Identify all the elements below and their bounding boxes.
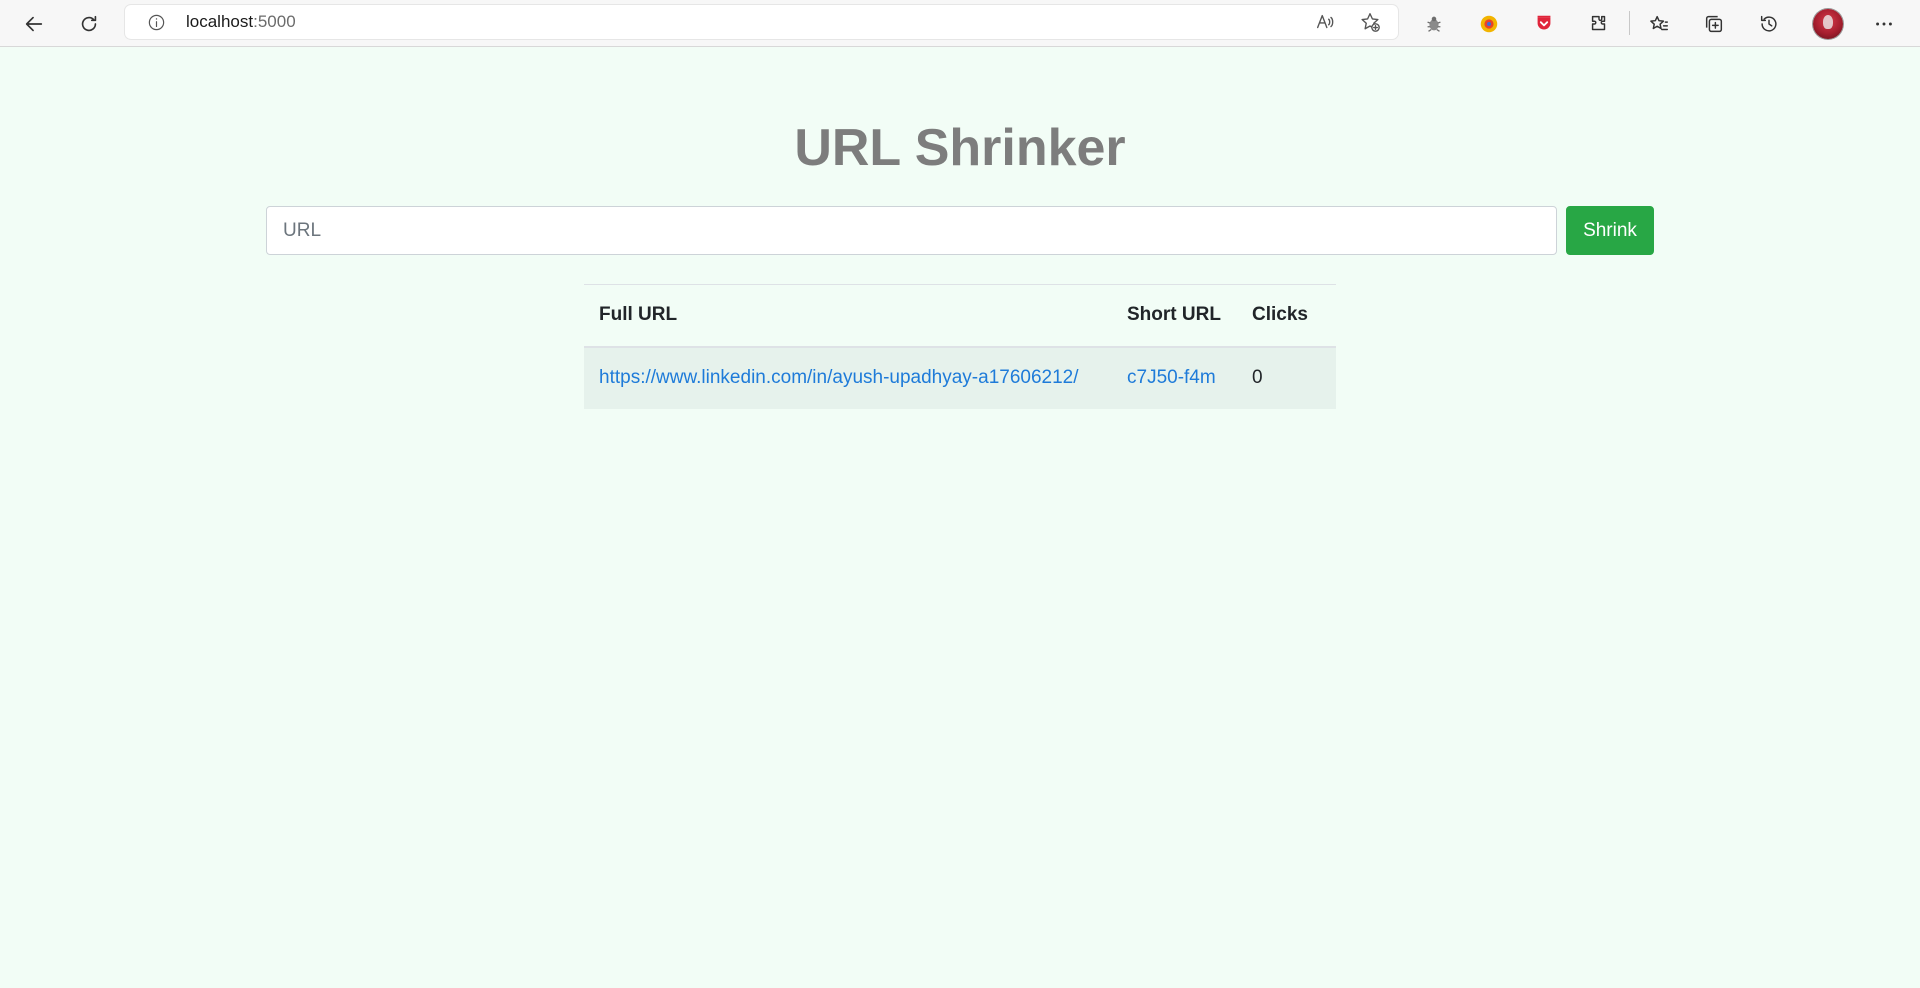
table-header-row: Full URL Short URL Clicks [584,284,1336,348]
address-port: :5000 [253,12,296,31]
favorites-icon[interactable] [1641,6,1677,42]
page-title: URL Shrinker [794,119,1126,177]
header-short-url: Short URL [1112,284,1237,348]
refresh-icon[interactable] [71,6,107,42]
collections-icon[interactable] [1696,6,1732,42]
more-menu-icon[interactable] [1866,6,1902,42]
full-url-link[interactable]: https://www.linkedin.com/in/ayush-upadhy… [599,367,1079,388]
site-info-icon[interactable] [145,11,167,33]
browser-toolbar: localhost:5000 [0,0,1920,47]
shrink-button[interactable]: Shrink [1566,206,1654,255]
history-icon[interactable] [1751,6,1787,42]
urls-table-container: Full URL Short URL Clicks https://www.li… [584,284,1336,409]
url-input[interactable] [266,206,1557,255]
short-url-link[interactable]: c7J50-f4m [1127,367,1216,388]
address-url[interactable]: localhost:5000 [186,13,296,31]
color-extension-icon[interactable] [1471,6,1507,42]
cell-clicks: 0 [1237,346,1336,409]
add-favorite-icon[interactable] [1357,10,1383,34]
profile-avatar[interactable] [1813,9,1843,39]
header-clicks: Clicks [1237,284,1336,348]
extensions-icon[interactable] [1581,6,1617,42]
bug-extension-icon[interactable] [1416,6,1452,42]
read-aloud-icon[interactable] [1312,10,1338,34]
toolbar-divider [1629,11,1630,35]
back-arrow-icon[interactable] [16,6,52,42]
header-full-url: Full URL [584,284,1112,348]
cell-full-url: https://www.linkedin.com/in/ayush-upadhy… [584,346,1112,409]
table-row: https://www.linkedin.com/in/ayush-upadhy… [584,346,1336,409]
pocket-extension-icon[interactable] [1526,6,1562,42]
address-host: localhost [186,12,254,31]
address-bar[interactable]: localhost:5000 [125,5,1398,39]
cell-short-url: c7J50-f4m [1112,346,1237,409]
urls-table: Full URL Short URL Clicks https://www.li… [584,284,1336,409]
